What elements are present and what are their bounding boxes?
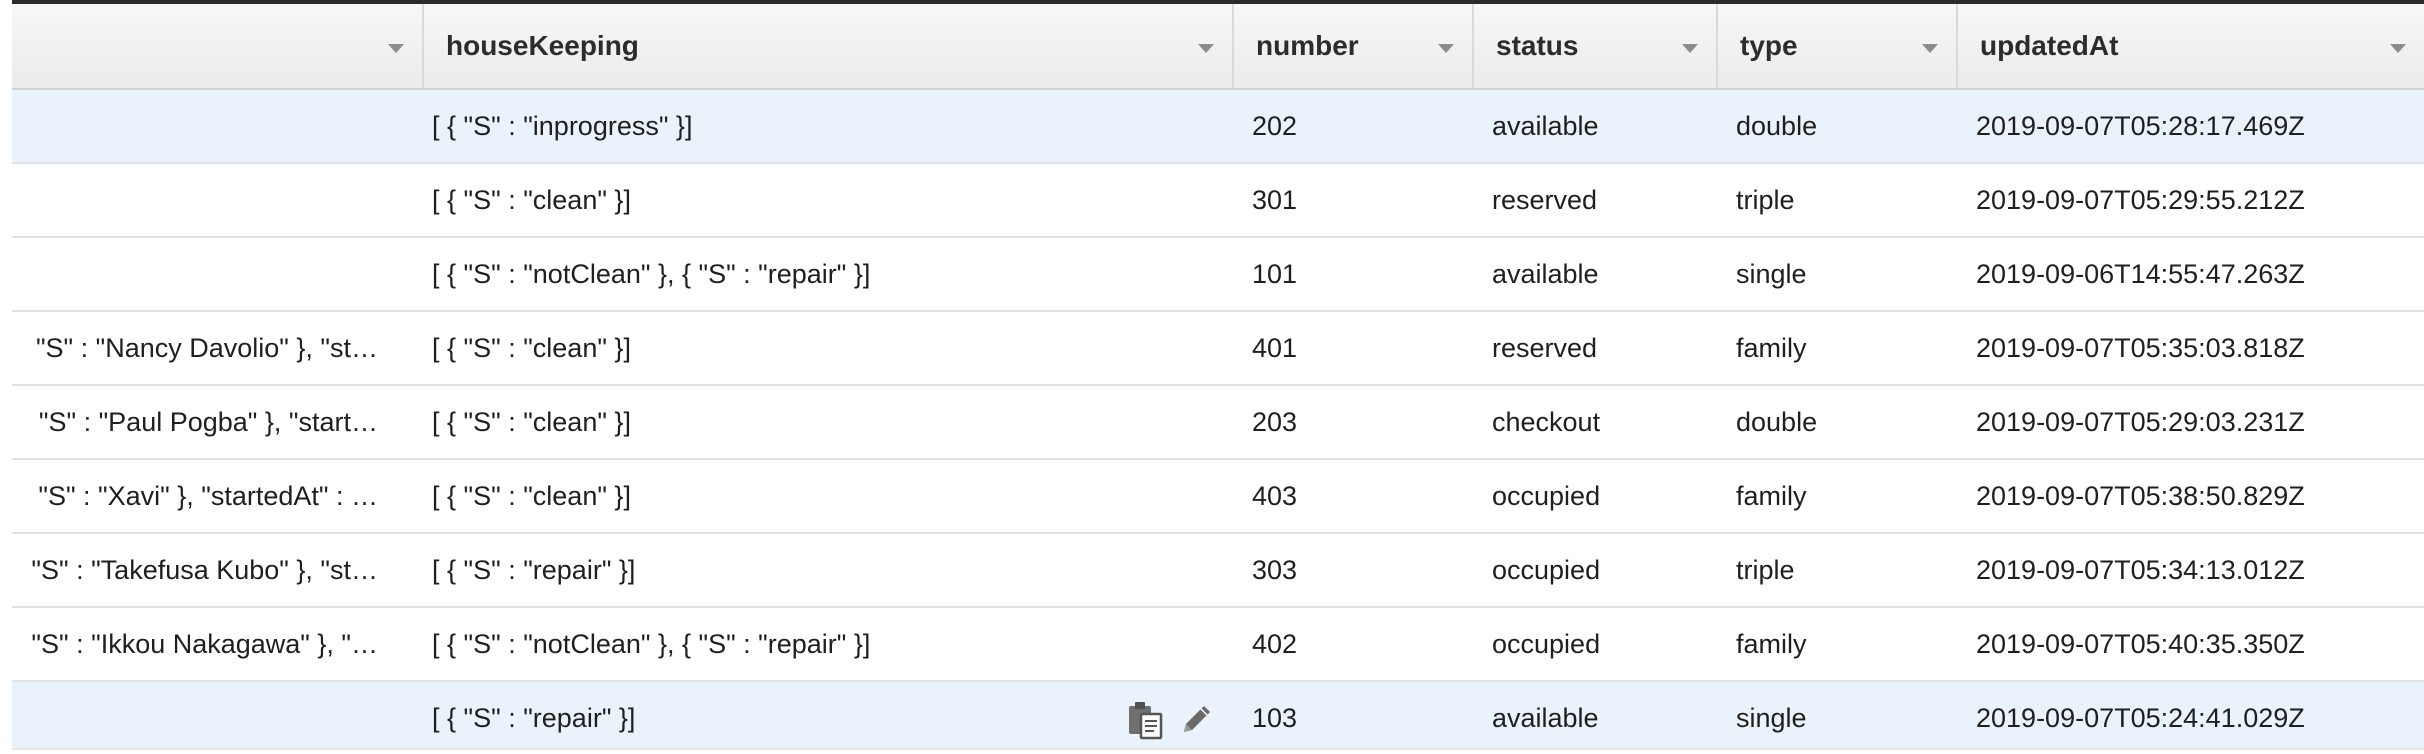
column-header-type[interactable]: type — [1718, 4, 1958, 88]
number-cell: 101 — [1252, 259, 1298, 289]
attributes-cell: "S" : "Paul Pogba" }, "start… — [38, 407, 378, 437]
sort-caret-icon[interactable] — [388, 44, 404, 53]
items-table-frame: houseKeeping number status type updatedA… — [12, 0, 2424, 754]
type-cell: family — [1736, 481, 1807, 511]
updatedat-cell: 2019-09-07T05:38:50.829Z — [1976, 481, 2305, 511]
column-header-updatedat[interactable]: updatedAt — [1958, 4, 2424, 88]
status-cell: reserved — [1492, 185, 1598, 215]
number-cell: 402 — [1252, 629, 1298, 659]
type-cell: single — [1736, 259, 1807, 289]
number-cell: 401 — [1252, 333, 1298, 363]
number-cell: 202 — [1252, 111, 1298, 141]
number-cell: 403 — [1252, 481, 1298, 511]
number-cell: 203 — [1252, 407, 1298, 437]
attributes-cell: "S" : "Xavi" }, "startedAt" : … — [38, 481, 378, 511]
horizontal-scrollbar[interactable] — [12, 748, 2424, 754]
table-row-hovered[interactable]: [ { "S" : "repair" }] 103 available sing… — [12, 682, 2424, 754]
attributes-cell — [12, 164, 412, 236]
sort-caret-icon[interactable] — [1922, 44, 1938, 53]
type-cell: triple — [1736, 555, 1795, 585]
sort-caret-icon[interactable] — [1198, 44, 1214, 53]
type-cell: family — [1736, 333, 1807, 363]
column-header-label: type — [1740, 30, 1798, 61]
pencil-icon[interactable] — [1176, 700, 1216, 740]
table-row[interactable]: [ { "S" : "notClean" }, { "S" : "repair"… — [12, 238, 2424, 312]
type-cell: single — [1736, 703, 1807, 733]
updatedat-cell: 2019-09-07T05:34:13.012Z — [1976, 555, 2305, 585]
table-row[interactable]: [ { "S" : "inprogress" }] 202 available … — [12, 90, 2424, 164]
housekeeping-cell: [ { "S" : "clean" }] — [432, 407, 631, 437]
housekeeping-cell: [ { "S" : "inprogress" }] — [432, 111, 693, 141]
number-cell: 103 — [1252, 703, 1298, 733]
table-row[interactable]: "S" : "Paul Pogba" }, "start… [ { "S" : … — [12, 386, 2424, 460]
sort-caret-icon[interactable] — [2390, 44, 2406, 53]
type-cell: triple — [1736, 185, 1795, 215]
status-cell: available — [1492, 703, 1599, 733]
attributes-cell — [12, 238, 412, 310]
table-row[interactable]: "S" : "Takefusa Kubo" }, "st… [ { "S" : … — [12, 534, 2424, 608]
table-row[interactable]: "S" : "Ikkou Nakagawa" }, "… [ { "S" : "… — [12, 608, 2424, 682]
column-header-label: houseKeeping — [446, 30, 639, 61]
updatedat-cell: 2019-09-06T14:55:47.263Z — [1976, 259, 2305, 289]
updatedat-cell: 2019-09-07T05:28:17.469Z — [1976, 111, 2305, 141]
column-header-attributes[interactable] — [12, 4, 424, 88]
row-actions — [1126, 700, 1236, 740]
status-cell: checkout — [1492, 407, 1601, 437]
housekeeping-cell: [ { "S" : "notClean" }, { "S" : "repair"… — [432, 259, 871, 289]
status-cell: reserved — [1492, 333, 1598, 363]
number-cell: 301 — [1252, 185, 1298, 215]
updatedat-cell: 2019-09-07T05:29:03.231Z — [1976, 407, 2305, 437]
attributes-cell — [12, 682, 412, 754]
column-header-housekeeping[interactable]: houseKeeping — [424, 4, 1234, 88]
updatedat-cell: 2019-09-07T05:35:03.818Z — [1976, 333, 2305, 363]
type-cell: double — [1736, 111, 1818, 141]
attributes-cell: "S" : "Takefusa Kubo" }, "st… — [31, 555, 378, 585]
updatedat-cell: 2019-09-07T05:29:55.212Z — [1976, 185, 2305, 215]
updatedat-cell: 2019-09-07T05:40:35.350Z — [1976, 629, 2305, 659]
type-cell: double — [1736, 407, 1818, 437]
housekeeping-cell: [ { "S" : "repair" }] — [432, 703, 636, 733]
table-row[interactable]: "S" : "Xavi" }, "startedAt" : … [ { "S" … — [12, 460, 2424, 534]
items-grid: houseKeeping number status type updatedA… — [12, 4, 2424, 754]
number-cell: 303 — [1252, 555, 1298, 585]
status-cell: available — [1492, 111, 1599, 141]
attributes-cell: "S" : "Nancy Davolio" }, "st… — [35, 333, 378, 363]
column-header-status[interactable]: status — [1474, 4, 1718, 88]
column-header-number[interactable]: number — [1234, 4, 1474, 88]
status-cell: occupied — [1492, 555, 1601, 585]
status-cell: occupied — [1492, 629, 1601, 659]
column-header-label: number — [1256, 30, 1359, 61]
attributes-cell: "S" : "Ikkou Nakagawa" }, "… — [31, 629, 378, 659]
table-header: houseKeeping number status type updatedA… — [12, 4, 2424, 90]
table-row[interactable]: [ { "S" : "clean" }] 301 reserved triple… — [12, 164, 2424, 238]
copy-icon[interactable] — [1126, 700, 1166, 740]
housekeeping-cell: [ { "S" : "repair" }] — [432, 555, 636, 585]
housekeeping-cell: [ { "S" : "clean" }] — [432, 481, 631, 511]
attributes-cell — [12, 90, 412, 162]
updatedat-cell: 2019-09-07T05:24:41.029Z — [1976, 703, 2305, 733]
sort-caret-icon[interactable] — [1438, 44, 1454, 53]
sort-caret-icon[interactable] — [1682, 44, 1698, 53]
housekeeping-cell: [ { "S" : "clean" }] — [432, 185, 631, 215]
status-cell: available — [1492, 259, 1599, 289]
housekeeping-cell: [ { "S" : "notClean" }, { "S" : "repair"… — [432, 629, 871, 659]
type-cell: family — [1736, 629, 1807, 659]
column-header-label: status — [1496, 30, 1579, 61]
status-cell: occupied — [1492, 481, 1601, 511]
housekeeping-cell: [ { "S" : "clean" }] — [432, 333, 631, 363]
table-row[interactable]: "S" : "Nancy Davolio" }, "st… [ { "S" : … — [12, 312, 2424, 386]
column-header-label: updatedAt — [1980, 30, 2119, 61]
